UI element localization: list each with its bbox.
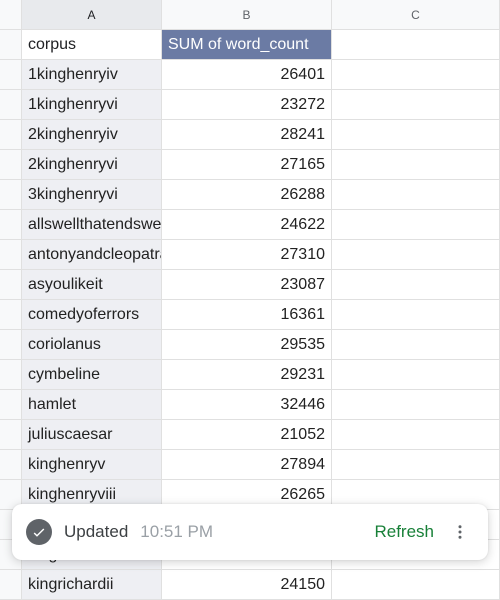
table-row-sum[interactable]: 29231 xyxy=(162,360,332,390)
cell-empty[interactable] xyxy=(332,300,500,330)
table-row-sum[interactable]: 21052 xyxy=(162,420,332,450)
table-row-corpus[interactable]: juliuscaesar xyxy=(22,420,162,450)
table-row-corpus[interactable]: comedyoferrors xyxy=(22,300,162,330)
cell-empty[interactable] xyxy=(332,390,500,420)
table-row-corpus[interactable]: hamlet xyxy=(22,390,162,420)
column-header-C[interactable]: C xyxy=(332,0,500,30)
table-row-corpus[interactable]: allswellthatendswell xyxy=(22,210,162,240)
toast-time: 10:51 PM xyxy=(140,522,213,542)
row-header xyxy=(0,420,22,450)
table-row-corpus[interactable]: asyoulikeit xyxy=(22,270,162,300)
table-row-sum[interactable]: 26401 xyxy=(162,60,332,90)
row-header xyxy=(0,180,22,210)
row-header xyxy=(0,450,22,480)
check-icon xyxy=(26,519,52,545)
table-row-sum[interactable]: 23087 xyxy=(162,270,332,300)
corner-cell xyxy=(0,0,22,30)
table-row-corpus[interactable]: coriolanus xyxy=(22,330,162,360)
cell-empty[interactable] xyxy=(332,150,500,180)
more-icon[interactable] xyxy=(446,518,474,546)
cell-empty[interactable] xyxy=(332,270,500,300)
table-row-corpus[interactable]: antonyandcleopatra xyxy=(22,240,162,270)
row-header xyxy=(0,90,22,120)
value-field-label: SUM of word_count xyxy=(162,30,332,60)
row-header xyxy=(0,330,22,360)
table-row-sum[interactable]: 27310 xyxy=(162,240,332,270)
row-header xyxy=(0,60,22,90)
table-row-sum[interactable]: 23272 xyxy=(162,90,332,120)
column-header-A[interactable]: A xyxy=(22,0,162,30)
row-header xyxy=(0,30,22,60)
table-row-corpus[interactable]: cymbeline xyxy=(22,360,162,390)
row-header xyxy=(0,360,22,390)
status-toast: Updated 10:51 PM Refresh xyxy=(12,504,488,560)
table-row-sum[interactable]: 24622 xyxy=(162,210,332,240)
table-row-sum[interactable]: 16361 xyxy=(162,300,332,330)
row-header xyxy=(0,570,22,600)
table-row-sum[interactable]: 27165 xyxy=(162,150,332,180)
table-row-corpus[interactable]: 2kinghenryiv xyxy=(22,120,162,150)
cell-empty[interactable] xyxy=(332,240,500,270)
row-header xyxy=(0,150,22,180)
cell-empty[interactable] xyxy=(332,420,500,450)
table-row-sum[interactable]: 24150 xyxy=(162,570,332,600)
cell-empty[interactable] xyxy=(332,570,500,600)
row-header xyxy=(0,270,22,300)
row-header xyxy=(0,390,22,420)
table-row-corpus[interactable]: kingrichardii xyxy=(22,570,162,600)
cell-empty[interactable] xyxy=(332,30,500,60)
row-header xyxy=(0,240,22,270)
cell-empty[interactable] xyxy=(332,210,500,240)
table-row-sum[interactable]: 27894 xyxy=(162,450,332,480)
cell-empty[interactable] xyxy=(332,180,500,210)
row-header xyxy=(0,120,22,150)
row-header xyxy=(0,210,22,240)
table-row-corpus[interactable]: 3kinghenryvi xyxy=(22,180,162,210)
toast-status: Updated xyxy=(64,522,128,542)
cell-empty[interactable] xyxy=(332,450,500,480)
table-row-corpus[interactable]: kinghenryv xyxy=(22,450,162,480)
refresh-button[interactable]: Refresh xyxy=(374,522,434,542)
table-row-corpus[interactable]: 2kinghenryvi xyxy=(22,150,162,180)
column-header-B[interactable]: B xyxy=(162,0,332,30)
cell-empty[interactable] xyxy=(332,60,500,90)
table-row-corpus[interactable]: 1kinghenryiv xyxy=(22,60,162,90)
cell-empty[interactable] xyxy=(332,120,500,150)
table-row-sum[interactable]: 32446 xyxy=(162,390,332,420)
table-row-sum[interactable]: 29535 xyxy=(162,330,332,360)
table-row-sum[interactable]: 28241 xyxy=(162,120,332,150)
row-header xyxy=(0,300,22,330)
cell-empty[interactable] xyxy=(332,90,500,120)
table-row-corpus[interactable]: 1kinghenryvi xyxy=(22,90,162,120)
table-row-sum[interactable]: 26288 xyxy=(162,180,332,210)
pivot-field-label[interactable]: corpus xyxy=(22,30,162,60)
cell-empty[interactable] xyxy=(332,330,500,360)
cell-empty[interactable] xyxy=(332,360,500,390)
